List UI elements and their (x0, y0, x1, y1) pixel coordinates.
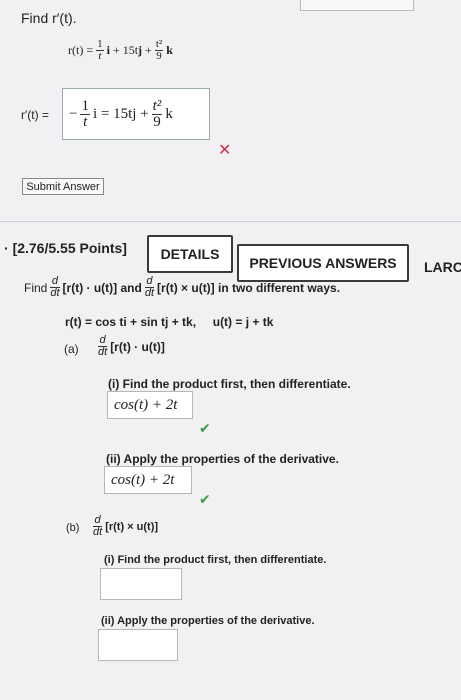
part-a-i-answer-field[interactable]: cos(t) + 2t (107, 391, 193, 419)
part-a-i-instruction: (i) Find the product first, then differe… (108, 377, 351, 391)
derivative-operator: d dt (93, 514, 103, 538)
answer-fraction-1-over-t: 1t (80, 97, 90, 130)
correct-check-icon: ✔ (199, 420, 211, 436)
submit-answer-button[interactable]: Submit Answer (22, 178, 104, 195)
vector-definitions: r(t) = cos ti + sin tj + tk, u(t) = j + … (65, 315, 274, 329)
derivative-operator: d dt (98, 334, 108, 358)
incorrect-x-icon: ✕ (218, 142, 232, 159)
part-b-i-answer-field[interactable] (100, 568, 182, 600)
part-b-expression: d dt [r(t) × u(t)] (93, 514, 159, 538)
answer-field[interactable]: − 1t i = 15tj + t² 9 k (62, 88, 210, 140)
points-label: · [2.76/5.55 Points] (4, 240, 127, 256)
fraction-1-over-t: 1t (96, 38, 104, 62)
part-b-ii-instruction: (ii) Apply the properties of the derivat… (101, 615, 315, 627)
fraction-t2-over-9: t² 9 (154, 38, 164, 62)
section-divider (0, 221, 461, 222)
part-a-ii-answer-field[interactable]: cos(t) + 2t (104, 466, 192, 494)
part-b-i-instruction: (i) Find the product first, then differe… (104, 554, 327, 566)
given-equation: r(t) = 1t i + 15t j + t² 9 k (68, 38, 173, 62)
part-b-ii-answer-field[interactable] (98, 629, 178, 661)
part-a-expression: d dt [r(t) · u(t)] (98, 334, 165, 358)
part-a-ii-instruction: (ii) Apply the properties of the derivat… (106, 452, 339, 466)
correct-check-icon: ✔ (199, 491, 211, 507)
problem-prompt: Find r′(t). (21, 10, 77, 26)
answer-fraction-t2-over-9: t² 9 (151, 97, 163, 130)
panel-edge (300, 0, 414, 11)
part-a-label: (a) (64, 342, 79, 356)
details-button[interactable]: DETAILS (147, 235, 233, 273)
part-b-label: (b) (66, 522, 80, 534)
larc-label: LARC (424, 259, 461, 275)
derivative-operator: d dt (144, 275, 155, 299)
problem-intro: Find d dt [r(t) · u(t)] and d dt [r(t) × u… (24, 275, 341, 299)
derivative-operator: d dt (50, 275, 60, 299)
answer-label: r′(t) = (21, 108, 49, 122)
